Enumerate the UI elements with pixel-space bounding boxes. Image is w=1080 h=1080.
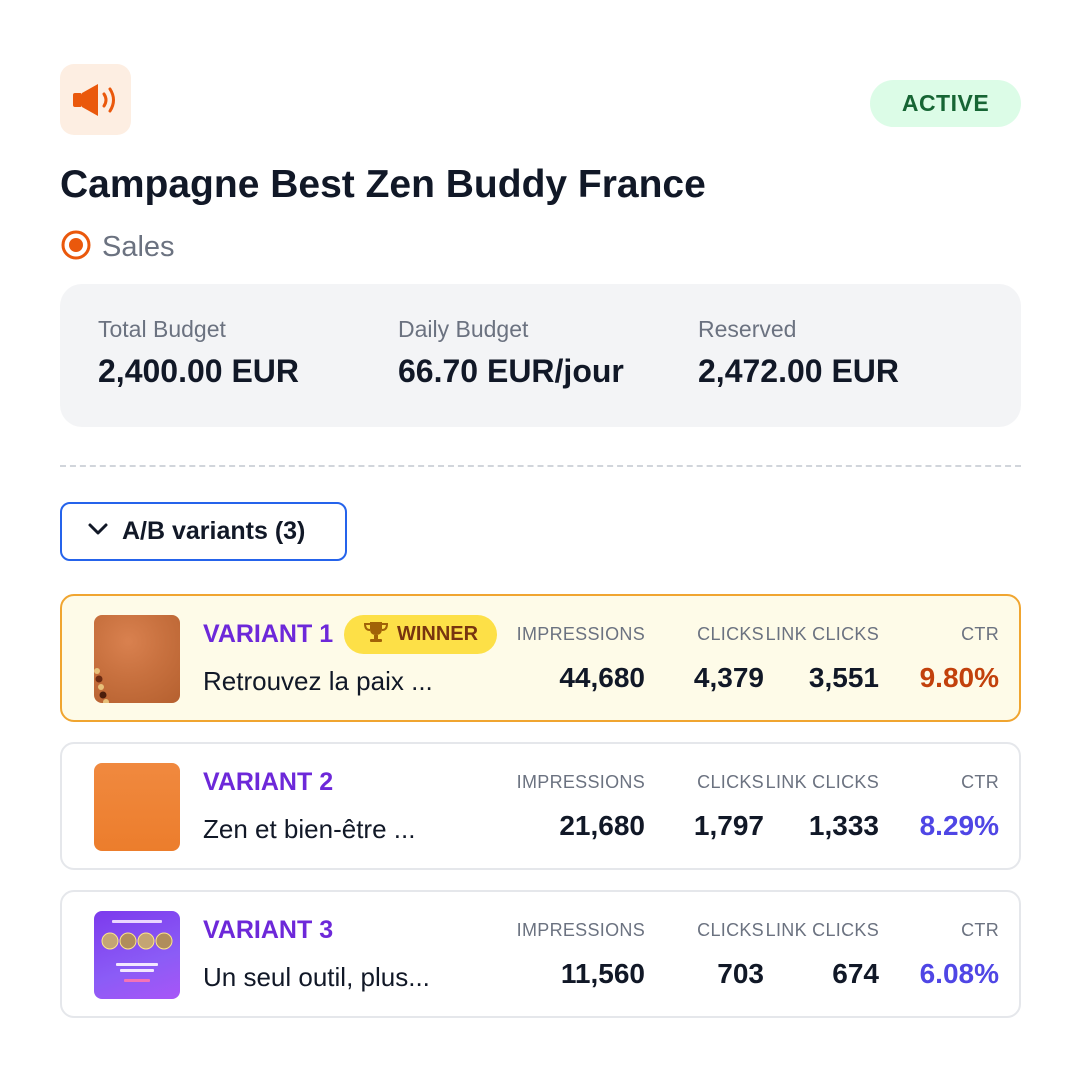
status-badge: ACTIVE xyxy=(870,80,1021,127)
total-budget-label: Total Budget xyxy=(98,316,226,342)
reserved-budget-label: Reserved xyxy=(698,316,797,342)
reserved-budget: Reserved 2,472.00 EUR xyxy=(698,316,899,390)
link-clicks-value: 674 xyxy=(832,958,879,989)
variant-card-3[interactable]: VARIANT 3 Un seul outil, plus... IMPRESS… xyxy=(60,890,1021,1018)
divider xyxy=(60,465,1021,467)
variant-text: Zen et bien-être ... xyxy=(203,814,416,844)
trophy-icon xyxy=(363,621,389,648)
link-clicks-label: LINK CLICKS xyxy=(765,772,879,792)
ctr-label: CTR xyxy=(961,624,999,644)
variant-text: Retrouvez la paix ... xyxy=(203,666,433,696)
impressions-label: IMPRESSIONS xyxy=(516,920,645,940)
impressions-label: IMPRESSIONS xyxy=(516,772,645,792)
clicks-value: 4,379 xyxy=(693,662,764,693)
daily-budget-value: 66.70 EUR/jour xyxy=(398,353,624,389)
objective-label: Sales xyxy=(102,231,175,263)
winner-label: WINNER xyxy=(396,623,479,645)
link-clicks-value: 1,333 xyxy=(808,810,879,841)
link-clicks-value: 3,551 xyxy=(808,662,879,693)
link-clicks-label: LINK CLICKS xyxy=(765,920,879,940)
impressions-value: 11,560 xyxy=(560,958,645,989)
daily-budget-label: Daily Budget xyxy=(398,316,529,342)
ctr-value: 9.80% xyxy=(919,662,999,693)
reserved-budget-value: 2,472.00 EUR xyxy=(698,353,900,389)
page-title: Campagne Best Zen Buddy France xyxy=(60,163,706,206)
ctr-label: CTR xyxy=(961,920,999,940)
variant-card-1[interactable]: VARIANT 1 WINNER Retrouvez la paix ... I… xyxy=(60,594,1021,722)
variant-name: VARIANT 2 xyxy=(203,768,334,796)
clicks-label: CLICKS xyxy=(697,772,764,792)
impressions-label: IMPRESSIONS xyxy=(516,624,645,644)
daily-budget: Daily Budget 66.70 EUR/jour xyxy=(398,316,624,390)
campaign-objective: Sales xyxy=(60,229,175,266)
variant-thumbnail xyxy=(94,763,180,851)
link-clicks-label: LINK CLICKS xyxy=(765,624,879,644)
variant-thumbnail xyxy=(94,911,180,999)
ab-variants-toggle[interactable]: A/B variants (3) xyxy=(60,502,347,561)
winner-badge: WINNER xyxy=(344,615,497,654)
clicks-value: 1,797 xyxy=(693,810,764,841)
ab-variants-label: A/B variants (3) xyxy=(122,517,306,545)
variant-card-2[interactable]: VARIANT 2 Zen et bien-être ... IMPRESSIO… xyxy=(60,742,1021,870)
variant-thumbnail xyxy=(94,615,180,703)
ctr-value: 8.29% xyxy=(919,810,999,841)
variant-text: Un seul outil, plus... xyxy=(203,962,430,992)
clicks-label: CLICKS xyxy=(697,624,764,644)
clicks-label: CLICKS xyxy=(697,920,764,940)
chevron-down-icon xyxy=(86,517,110,546)
variant-name: VARIANT 1 xyxy=(203,620,334,648)
megaphone-icon xyxy=(60,64,131,135)
impressions-value: 44,680 xyxy=(559,662,645,693)
ctr-value: 6.08% xyxy=(919,958,999,989)
ctr-label: CTR xyxy=(961,772,999,792)
variant-name: VARIANT 3 xyxy=(203,916,334,944)
budget-panel: Total Budget 2,400.00 EUR Daily Budget 6… xyxy=(60,284,1021,427)
clicks-value: 703 xyxy=(717,958,764,989)
impressions-value: 21,680 xyxy=(559,810,645,841)
target-icon xyxy=(60,229,92,266)
total-budget: Total Budget 2,400.00 EUR xyxy=(98,316,299,390)
total-budget-value: 2,400.00 EUR xyxy=(98,353,300,389)
